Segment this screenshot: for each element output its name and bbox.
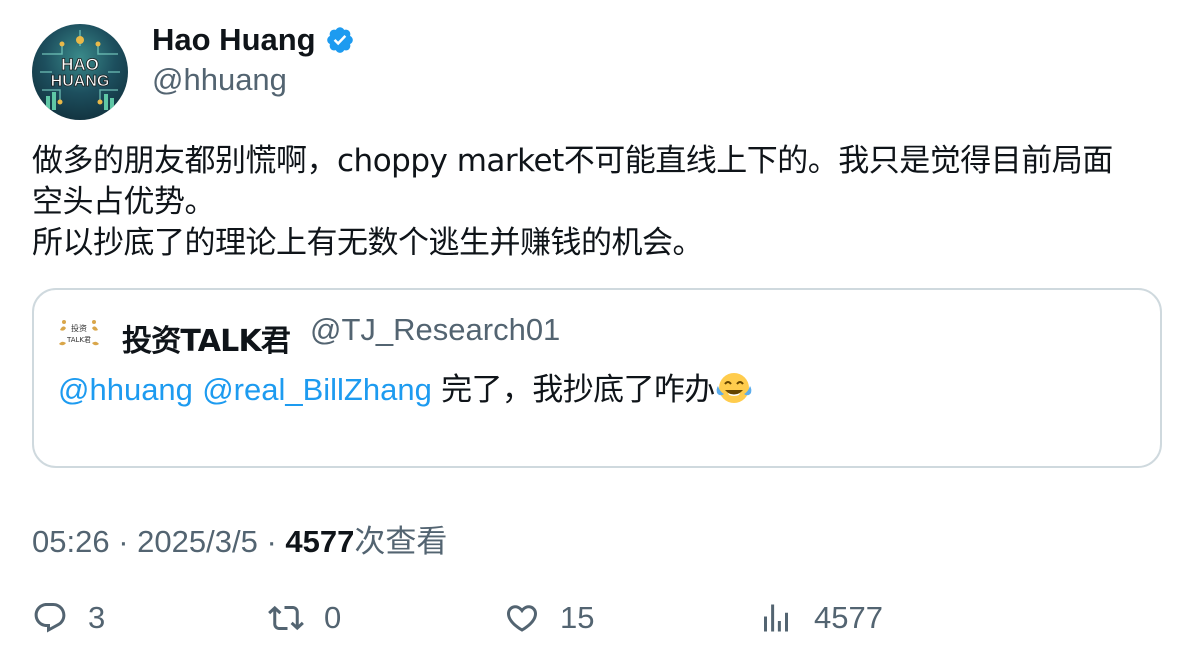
mention-link[interactable]: @hhuang — [58, 372, 193, 407]
verified-badge-icon — [326, 27, 353, 53]
author-name-text: Hao Huang — [152, 22, 316, 57]
views-label: 次查看 — [354, 524, 448, 559]
author-avatar[interactable]: HAO HUANG — [32, 24, 128, 120]
tweet-text-line: 做多的朋友都别慌啊，choppy market不可能直线上下的。我只是觉得目前局… — [32, 143, 1113, 179]
tweet-text-line: 所以抄底了的理论上有无数个逃生并赚钱的机会。 — [32, 225, 704, 261]
views-button[interactable]: 4577 — [758, 600, 883, 636]
tweet-text-line: 空头占优势。 — [32, 184, 216, 220]
quote-author-handle[interactable]: @TJ_Research01 — [310, 312, 560, 348]
quote-avatar-text-line2: TALK君 — [66, 336, 91, 344]
tweet-text: 做多的朋友都别慌啊，choppy market不可能直线上下的。我只是觉得目前局… — [32, 141, 1172, 264]
action-bar: 3 0 15 4577 — [32, 600, 1172, 648]
meta-separator: · — [118, 524, 129, 559]
tweet-card: HAO HUANG Hao Huang @hhuang 做多的朋友都别慌啊，ch… — [0, 0, 1196, 670]
retweet-count: 0 — [324, 600, 342, 635]
like-button[interactable]: 15 — [504, 600, 594, 636]
quote-text: @hhuang @real_BillZhang 完了，我抄底了咋办 — [58, 364, 752, 409]
avatar-image: HAO HUANG — [40, 30, 120, 110]
meta-separator: · — [266, 524, 277, 559]
quoted-tweet[interactable]: 投资 TALK君 投资TALK君 @TJ_Research01 @hhuang … — [32, 288, 1162, 468]
author-name[interactable]: Hao Huang — [152, 22, 355, 58]
tears-of-joy-emoji-icon — [716, 373, 752, 403]
retweet-icon — [268, 605, 304, 631]
quote-text-body: 完了，我抄底了咋办 — [441, 372, 715, 408]
heart-icon — [506, 605, 538, 632]
reply-count: 3 — [88, 600, 106, 635]
views-count-action: 4577 — [814, 600, 883, 635]
avatar-text-line1: HAO — [61, 55, 99, 74]
avatar-text-line2: HUANG — [51, 73, 110, 90]
tweet-time[interactable]: 05:26 — [32, 524, 110, 559]
mention-link[interactable]: @real_BillZhang — [202, 372, 432, 407]
quote-author-avatar[interactable]: 投资 TALK君 — [56, 316, 102, 352]
reply-icon — [34, 603, 66, 633]
tweet-meta: 05:26 · 2025/3/5 · 4577次查看 — [32, 516, 447, 561]
quote-author-name[interactable]: 投资TALK君 — [122, 316, 291, 360]
author-handle[interactable]: @hhuang — [152, 62, 287, 98]
tweet-date[interactable]: 2025/3/5 — [137, 524, 258, 559]
quote-avatar-text-line1: 投资 — [71, 323, 87, 333]
reply-button[interactable]: 3 — [32, 600, 105, 636]
views-count: 4577 — [285, 524, 355, 559]
like-count: 15 — [560, 600, 595, 635]
retweet-button[interactable]: 0 — [268, 600, 341, 636]
views-chart-icon — [764, 604, 788, 632]
